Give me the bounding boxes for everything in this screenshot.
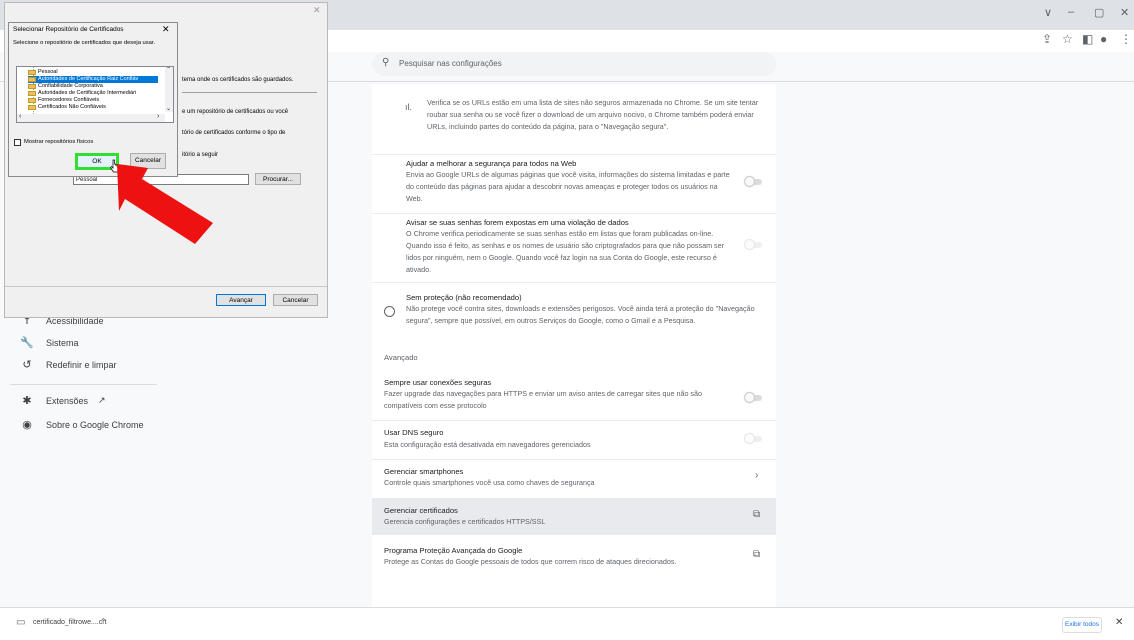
profile-icon[interactable]: ● bbox=[1100, 32, 1107, 46]
show-physical-stores-checkbox[interactable] bbox=[14, 139, 21, 146]
close-icon[interactable]: ✕ bbox=[1115, 617, 1123, 628]
folder-icon bbox=[28, 91, 36, 96]
no-protection-radio[interactable] bbox=[384, 306, 395, 317]
security-settings-card: ıl. Verifica se os URLs estão em uma lis… bbox=[372, 84, 776, 607]
tree-item[interactable]: Pessoal bbox=[28, 69, 58, 76]
dialog-description: Selecione o repositório de certificados … bbox=[13, 40, 156, 46]
chart-bars-icon: ıl. bbox=[405, 102, 413, 112]
menu-kebab-icon[interactable]: ⋮ bbox=[1120, 32, 1132, 46]
help-improve-toggle[interactable] bbox=[745, 177, 762, 186]
tab-search-icon[interactable]: ∨ bbox=[1044, 6, 1052, 19]
wrench-icon: 🔧 bbox=[20, 337, 34, 349]
cancel-button[interactable]: Cancelar bbox=[273, 294, 318, 306]
select-certificate-store-dialog: Selecionar Repositório de Certificados ✕… bbox=[8, 22, 178, 177]
show-all-downloads-button[interactable]: Exibir todos bbox=[1062, 617, 1102, 633]
download-bar: ▭ certificado_filtrowe....crt ⌃ Exibir t… bbox=[0, 607, 1134, 640]
folder-icon bbox=[28, 105, 36, 110]
bookmark-star-icon[interactable]: ☆ bbox=[1062, 32, 1073, 46]
open-external-icon[interactable]: ⧉ bbox=[753, 549, 760, 560]
hand-cursor-icon bbox=[110, 159, 120, 173]
folder-icon bbox=[28, 84, 36, 89]
secure-dns-toggle[interactable] bbox=[745, 434, 762, 443]
tree-item[interactable]: Autoridades de Certificação Intermediári bbox=[28, 90, 136, 97]
tree-item[interactable]: Fornecedores Confiáveis bbox=[28, 97, 99, 104]
folder-icon bbox=[28, 70, 36, 75]
browse-button[interactable]: Procurar... bbox=[255, 173, 301, 185]
chrome-icon: ◉ bbox=[22, 419, 32, 431]
dialog-cancel-button[interactable]: Cancelar bbox=[130, 153, 166, 169]
chevron-up-icon[interactable]: ⌃ bbox=[100, 617, 107, 626]
close-icon[interactable]: ✕ bbox=[313, 5, 321, 16]
tree-item[interactable]: Certificados Não Confiáveis bbox=[28, 104, 106, 111]
next-button[interactable]: Avançar bbox=[216, 294, 266, 306]
open-external-icon[interactable]: ⧉ bbox=[753, 509, 760, 520]
maximize-button[interactable]: ▢ bbox=[1094, 6, 1104, 19]
reset-icon: ↺ bbox=[22, 359, 32, 371]
open-external-icon: ↗ bbox=[98, 395, 106, 405]
settings-search-input[interactable]: ⚲ Pesquisar nas configurações bbox=[372, 52, 776, 76]
certificate-file-icon: ▭ bbox=[16, 617, 26, 628]
search-icon: ⚲ bbox=[382, 57, 390, 68]
tree-item-selected[interactable]: Autoridades de Certificação Raiz Confiáv bbox=[28, 76, 158, 83]
close-window-button[interactable]: ✕ bbox=[1120, 6, 1129, 19]
download-filename[interactable]: certificado_filtrowe....crt bbox=[33, 619, 107, 626]
https-toggle[interactable] bbox=[745, 393, 762, 402]
password-leak-toggle[interactable] bbox=[745, 240, 762, 249]
certificate-store-tree[interactable]: Pessoal Autoridades de Certificação Raiz… bbox=[16, 66, 174, 123]
chevron-right-icon[interactable]: › bbox=[755, 470, 758, 481]
side-panel-icon[interactable]: ◧ bbox=[1082, 32, 1093, 46]
advanced-heading: Avançado bbox=[384, 353, 418, 362]
close-icon[interactable]: ✕ bbox=[162, 24, 170, 35]
tree-item[interactable]: Confiabilidade Corporativa bbox=[28, 83, 103, 90]
vertical-scrollbar[interactable]: ⌃ ⌄ bbox=[165, 67, 173, 112]
share-icon[interactable]: ⇪ bbox=[1042, 32, 1052, 46]
dialog-title: Selecionar Repositório de Certificados bbox=[13, 26, 124, 33]
minimize-button[interactable]: – bbox=[1068, 6, 1074, 18]
puzzle-icon: ✱ bbox=[22, 395, 32, 407]
folder-icon bbox=[28, 77, 36, 82]
horizontal-scrollbar[interactable]: ‹ › bbox=[17, 113, 165, 122]
sidebar-divider bbox=[10, 384, 157, 385]
folder-icon bbox=[28, 98, 36, 103]
